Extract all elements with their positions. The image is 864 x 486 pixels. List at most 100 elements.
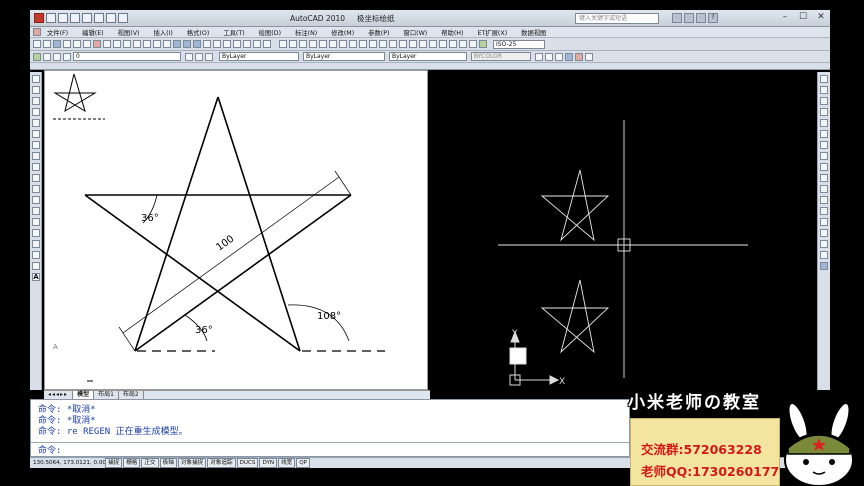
open-file-icon[interactable]: [58, 13, 68, 23]
stretch-icon[interactable]: [820, 163, 828, 171]
visual-style-icon[interactable]: [565, 52, 573, 61]
dropdown-icon[interactable]: [118, 13, 128, 23]
move-icon[interactable]: [820, 130, 828, 138]
quickcalc-icon[interactable]: [253, 40, 261, 48]
line-icon[interactable]: [32, 75, 40, 83]
menu-insert[interactable]: 插入(I): [153, 28, 172, 37]
gradient-icon[interactable]: [32, 240, 40, 248]
design-center-icon[interactable]: [213, 40, 221, 48]
aligned-dim-icon[interactable]: [289, 40, 297, 48]
save-icon[interactable]: [53, 40, 61, 48]
zoom-previous-icon[interactable]: [193, 40, 201, 48]
diameter-icon[interactable]: [339, 40, 347, 48]
menu-dataview[interactable]: 数据视图: [521, 28, 546, 37]
zoom-realtime-icon[interactable]: [173, 40, 181, 48]
snap-toggle[interactable]: 捕捉: [105, 458, 123, 468]
otrack-toggle[interactable]: 对象追踪: [207, 458, 236, 468]
paste-icon[interactable]: [113, 40, 121, 48]
dimstyle-select[interactable]: ISO-25: [493, 39, 545, 49]
publish-icon[interactable]: [83, 40, 91, 48]
menu-help[interactable]: 帮助(H): [441, 28, 463, 37]
region-icon[interactable]: [32, 251, 40, 259]
lineweight-select[interactable]: ByLayer: [389, 52, 467, 61]
close-icon[interactable]: ✕: [812, 11, 830, 24]
menu-dimension[interactable]: 标注(N): [295, 28, 317, 37]
copy-icon[interactable]: [103, 40, 111, 48]
ordinate-icon[interactable]: [309, 40, 317, 48]
angular-icon[interactable]: [349, 40, 357, 48]
tool-palettes-icon[interactable]: [223, 40, 231, 48]
dim-style-icon[interactable]: [479, 40, 487, 48]
reference-viewport[interactable]: 36° 100 36° 108° A: [44, 70, 428, 390]
table-icon[interactable]: [32, 262, 40, 270]
save-icon[interactable]: [70, 13, 80, 23]
insert-block-icon[interactable]: [32, 196, 40, 204]
cut-icon[interactable]: [93, 40, 101, 48]
sun-icon[interactable]: [53, 52, 61, 61]
ellipse-icon[interactable]: [32, 174, 40, 182]
ducs-toggle[interactable]: DUCS: [236, 458, 259, 468]
array-icon[interactable]: [820, 119, 828, 127]
tab-layout2[interactable]: 布局2: [119, 391, 144, 399]
grid-toggle[interactable]: 栅格: [123, 458, 141, 468]
edit-text-icon[interactable]: [459, 40, 467, 48]
binoculars-icon[interactable]: [672, 13, 682, 23]
camera-icon[interactable]: [585, 52, 593, 61]
redo-icon[interactable]: [153, 40, 161, 48]
arc-icon[interactable]: [32, 130, 40, 138]
plotstyle-select[interactable]: BYCOLOR: [471, 52, 531, 61]
offset-icon[interactable]: [820, 108, 828, 116]
lock-icon[interactable]: [63, 52, 71, 61]
help-icon[interactable]: ?: [708, 13, 718, 23]
block-editor-icon[interactable]: [133, 40, 141, 48]
new-icon[interactable]: [33, 40, 41, 48]
chamfer-icon[interactable]: [820, 229, 828, 237]
pan-icon[interactable]: [163, 40, 171, 48]
command-input[interactable]: 命令:: [31, 442, 629, 456]
ortho-toggle[interactable]: 正交: [141, 458, 159, 468]
explode-icon[interactable]: [820, 251, 828, 259]
menu-edit[interactable]: 编辑(E): [82, 28, 104, 37]
mtext-icon[interactable]: A: [32, 273, 40, 281]
sphere-icon[interactable]: [545, 52, 553, 61]
new-file-icon[interactable]: [46, 13, 56, 23]
polygon-icon[interactable]: [32, 108, 40, 116]
fillet-icon[interactable]: [820, 240, 828, 248]
rotate-icon[interactable]: [820, 141, 828, 149]
tolerance-icon[interactable]: [409, 40, 417, 48]
menu-window[interactable]: 窗口(W): [404, 28, 428, 37]
linetype-select[interactable]: ByLayer: [303, 52, 385, 61]
menu-express[interactable]: ET扩展(X): [478, 28, 508, 37]
menu-format[interactable]: 格式(O): [187, 28, 209, 37]
sheet-set-icon[interactable]: [233, 40, 241, 48]
match-properties-icon[interactable]: [123, 40, 131, 48]
baseline-icon[interactable]: [369, 40, 377, 48]
mirror-icon[interactable]: [820, 97, 828, 105]
lineweight-toggle[interactable]: 线宽: [278, 458, 296, 468]
material-icon[interactable]: [555, 52, 563, 61]
markup-icon[interactable]: [243, 40, 251, 48]
menu-view[interactable]: 视图(V): [118, 28, 140, 37]
spline-icon[interactable]: [32, 163, 40, 171]
polyline-icon[interactable]: [32, 97, 40, 105]
polar-toggle[interactable]: 极轴: [159, 458, 177, 468]
radius-icon[interactable]: [319, 40, 327, 48]
maximize-icon[interactable]: ☐: [794, 11, 812, 24]
color-select[interactable]: ByLayer: [219, 52, 299, 61]
break-point-icon[interactable]: [820, 196, 828, 204]
quick-dim-icon[interactable]: [359, 40, 367, 48]
communication-icon[interactable]: [684, 13, 694, 23]
inspect-icon[interactable]: [429, 40, 437, 48]
rectangle-icon[interactable]: [32, 119, 40, 127]
arc-length-icon[interactable]: [299, 40, 307, 48]
make-current-icon[interactable]: [185, 52, 193, 61]
continue-icon[interactable]: [379, 40, 387, 48]
jogged-icon[interactable]: [329, 40, 337, 48]
menu-tools[interactable]: 工具(T): [223, 28, 244, 37]
properties-panel-icon[interactable]: [820, 262, 828, 270]
help-icon[interactable]: [263, 40, 271, 48]
redo-icon[interactable]: [94, 13, 104, 23]
print-icon[interactable]: [106, 13, 116, 23]
break-icon[interactable]: [399, 40, 407, 48]
menu-modify[interactable]: 修改(M): [331, 28, 354, 37]
